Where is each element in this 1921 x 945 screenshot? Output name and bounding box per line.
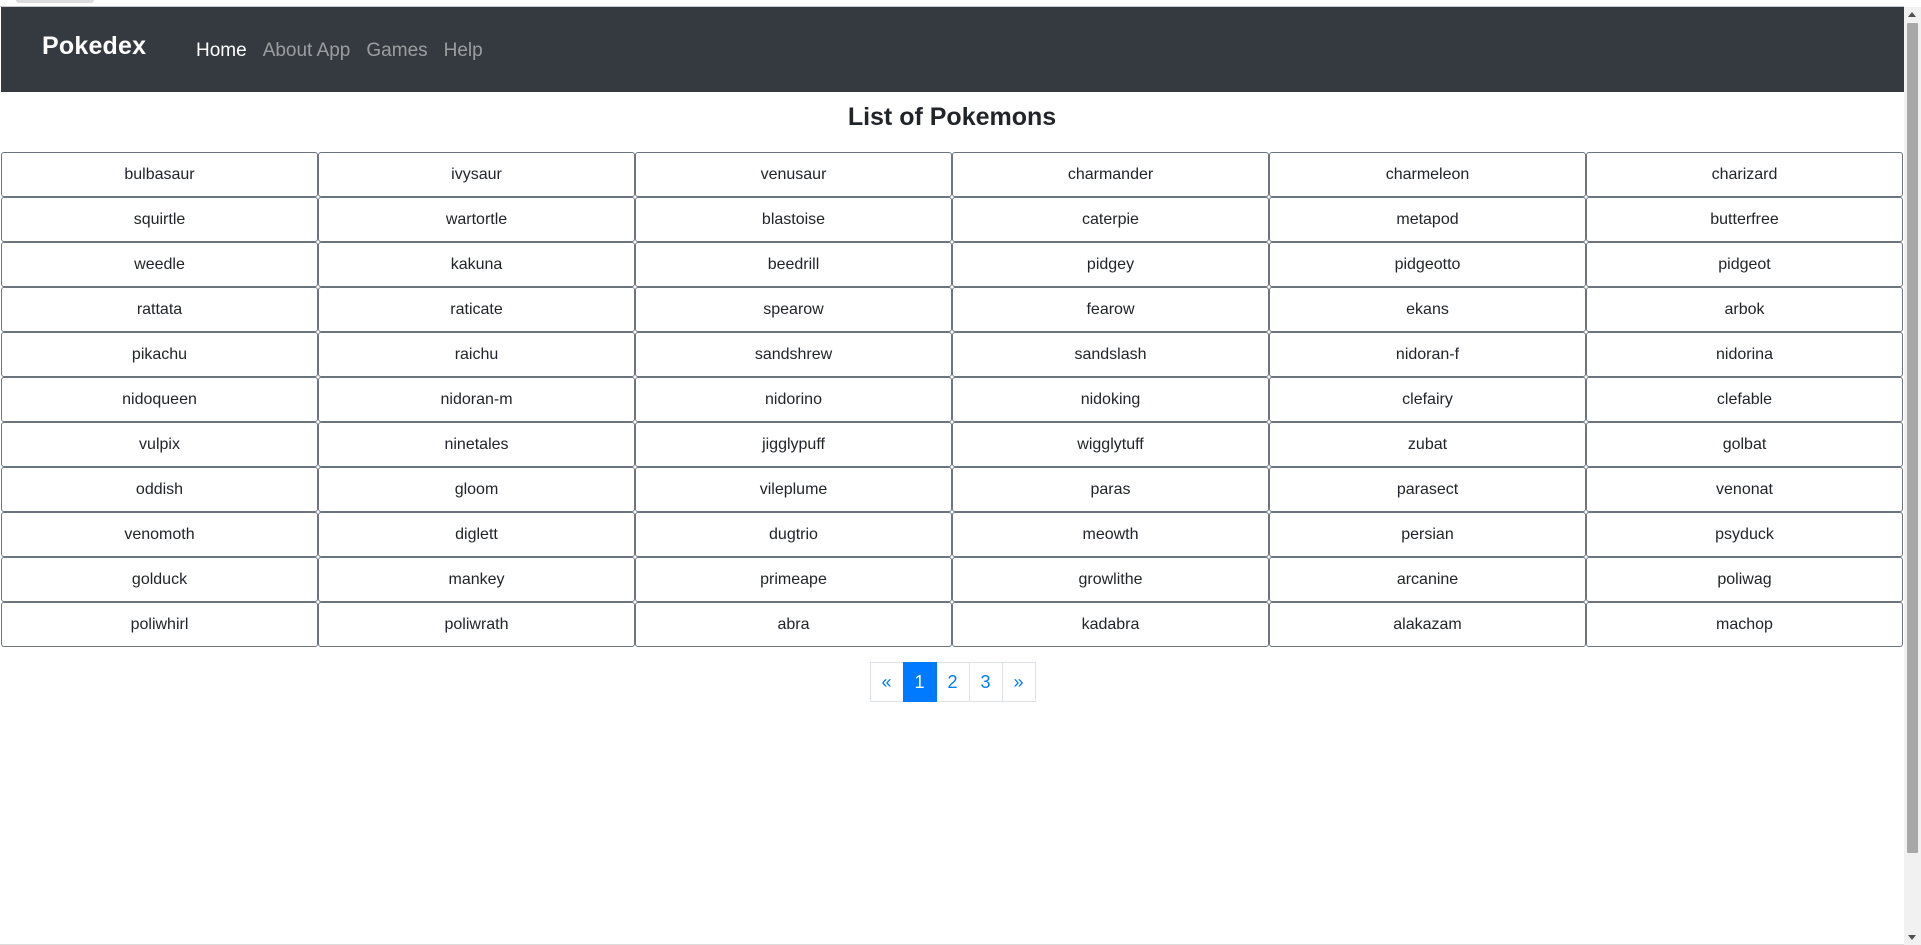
pokemon-cell[interactable]: alakazam [1269, 602, 1586, 647]
pokemon-cell[interactable]: arcanine [1269, 557, 1586, 602]
pokemon-cell[interactable]: machop [1586, 602, 1903, 647]
pokemon-cell[interactable]: poliwrath [318, 602, 635, 647]
pokemon-cell[interactable]: nidoqueen [1, 377, 318, 422]
page-title: List of Pokemons [847, 103, 1057, 131]
pokemon-cell[interactable]: primeape [635, 557, 952, 602]
pokemon-cell[interactable]: pidgey [952, 242, 1269, 287]
pokemon-cell[interactable]: fearow [952, 287, 1269, 332]
scrollbar-thumb[interactable] [1907, 23, 1918, 853]
pokemon-cell[interactable]: squirtle [1, 197, 318, 242]
pokemon-cell[interactable]: paras [952, 467, 1269, 512]
pokemon-cell[interactable]: blastoise [635, 197, 952, 242]
pokemon-cell[interactable]: venomoth [1, 512, 318, 557]
pokemon-cell[interactable]: raichu [318, 332, 635, 377]
pokemon-cell[interactable]: pidgeotto [1269, 242, 1586, 287]
pokemon-cell[interactable]: spearow [635, 287, 952, 332]
pokemon-cell[interactable]: nidorina [1586, 332, 1903, 377]
pokemon-cell[interactable]: meowth [952, 512, 1269, 557]
vertical-scrollbar[interactable] [1904, 7, 1921, 945]
pokemon-cell[interactable]: pidgeot [1586, 242, 1903, 287]
nav-link-home[interactable]: Home [196, 40, 247, 62]
pagination-next-button[interactable]: » [1001, 662, 1036, 702]
pokemon-cell[interactable]: sandslash [952, 332, 1269, 377]
pokemon-cell[interactable]: weedle [1, 242, 318, 287]
pokemon-cell[interactable]: rattata [1, 287, 318, 332]
pokemon-cell[interactable]: bulbasaur [1, 152, 318, 197]
pagination-page-2[interactable]: 2 [935, 662, 970, 702]
pokemon-cell[interactable]: golduck [1, 557, 318, 602]
pokemon-cell[interactable]: kakuna [318, 242, 635, 287]
pokemon-cell[interactable]: ekans [1269, 287, 1586, 332]
pokemon-cell[interactable]: beedrill [635, 242, 952, 287]
pokemon-cell[interactable]: charizard [1586, 152, 1903, 197]
nav-link-help[interactable]: Help [444, 40, 483, 62]
pokemon-cell[interactable]: butterfree [1586, 197, 1903, 242]
scroll-down-arrow-icon[interactable] [1908, 935, 1916, 940]
pokemon-cell[interactable]: nidoran-f [1269, 332, 1586, 377]
top-navbar: Pokedex Home About App Games Help [1, 7, 1904, 92]
pokemon-cell[interactable]: poliwhirl [1, 602, 318, 647]
pokemon-cell[interactable]: poliwag [1586, 557, 1903, 602]
pokemon-cell[interactable]: psyduck [1586, 512, 1903, 557]
pokemon-cell[interactable]: jigglypuff [635, 422, 952, 467]
pokemon-cell[interactable]: mankey [318, 557, 635, 602]
nav-link-games[interactable]: Games [366, 40, 427, 62]
main-content: List of Pokemons bulbasaur ivysaur venusau… [0, 92, 1904, 864]
pokemon-cell[interactable]: clefairy [1269, 377, 1586, 422]
pokemon-cell[interactable]: arbok [1586, 287, 1903, 332]
pokemon-cell[interactable]: clefable [1586, 377, 1903, 422]
pokemon-cell[interactable]: charmander [952, 152, 1269, 197]
browser-top-edge [0, 0, 1904, 7]
pokemon-cell[interactable]: nidoking [952, 377, 1269, 422]
pokemon-cell[interactable]: sandshrew [635, 332, 952, 377]
pagination-controls: « 1 2 3 » [869, 662, 1036, 702]
pokemon-cell[interactable]: golbat [1586, 422, 1903, 467]
pagination-page-1[interactable]: 1 [902, 662, 937, 702]
brand-logo[interactable]: Pokedex [42, 32, 146, 61]
pokemon-cell[interactable]: raticate [318, 287, 635, 332]
pokemon-cell[interactable]: nidorino [635, 377, 952, 422]
pokemon-cell[interactable]: nidoran-m [318, 377, 635, 422]
pokemon-cell[interactable]: charmeleon [1269, 152, 1586, 197]
page-bottom-area [0, 864, 1904, 945]
nav-links: Home About App Games Help [196, 40, 499, 62]
pokemon-cell[interactable]: vileplume [635, 467, 952, 512]
browser-tab-hint [16, 0, 94, 3]
pokemon-cell[interactable]: oddish [1, 467, 318, 512]
nav-link-about-app[interactable]: About App [263, 40, 351, 62]
pokemon-cell[interactable]: venonat [1586, 467, 1903, 512]
pokemon-cell[interactable]: wigglytuff [952, 422, 1269, 467]
pokemon-cell[interactable]: ninetales [318, 422, 635, 467]
pokemon-cell[interactable]: pikachu [1, 332, 318, 377]
pokemon-cell[interactable]: gloom [318, 467, 635, 512]
pokemon-cell[interactable]: abra [635, 602, 952, 647]
pokemon-cell[interactable]: zubat [1269, 422, 1586, 467]
pokemon-cell[interactable]: metapod [1269, 197, 1586, 242]
pokemon-cell[interactable]: venusaur [635, 152, 952, 197]
pokemon-cell[interactable]: persian [1269, 512, 1586, 557]
pokemon-cell[interactable]: kadabra [952, 602, 1269, 647]
pokemon-cell[interactable]: parasect [1269, 467, 1586, 512]
pokemon-cell[interactable]: growlithe [952, 557, 1269, 602]
pokemon-cell[interactable]: dugtrio [635, 512, 952, 557]
pagination-page-3[interactable]: 3 [968, 662, 1003, 702]
pokemon-grid: bulbasaur ivysaur venusaur charmander charme… [1, 152, 1903, 647]
pokemon-cell[interactable]: wartortle [318, 197, 635, 242]
pokemon-cell[interactable]: diglett [318, 512, 635, 557]
pokemon-cell[interactable]: vulpix [1, 422, 318, 467]
pagination: « 1 2 3 » [0, 662, 1904, 702]
pokemon-cell[interactable]: ivysaur [318, 152, 635, 197]
scroll-up-arrow-icon[interactable] [1908, 12, 1916, 17]
pagination-prev-button[interactable]: « [869, 662, 904, 702]
pokemon-cell[interactable]: caterpie [952, 197, 1269, 242]
